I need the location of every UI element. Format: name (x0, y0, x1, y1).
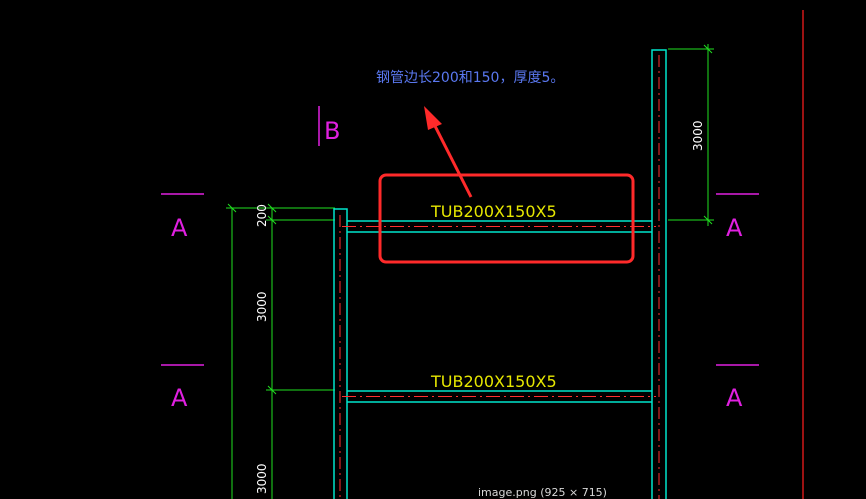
image-caption: image.png (925 × 715) (478, 486, 607, 499)
section-a-right-top: A (726, 214, 743, 242)
annotation-note: 钢管边长200和150，厚度5。 (376, 70, 564, 86)
arrow-icon (424, 106, 473, 198)
dim-left-small: 200 (255, 204, 269, 227)
section-a-right-bottom: A (726, 384, 743, 412)
dim-left-bottom: 3000 (255, 463, 269, 494)
middle-beam (342, 390, 656, 403)
beam-top-label: TUB200X150X5 (430, 202, 557, 221)
left-column (333, 208, 348, 499)
drawing-canvas: B A A A A 200 3000 3000 3000 TUB200X150X… (161, 10, 804, 499)
section-b-label: B (324, 117, 340, 145)
right-column (651, 49, 667, 499)
beam-mid-label: TUB200X150X5 (430, 372, 557, 391)
left-dimension-chain (226, 203, 335, 499)
dim-right-top: 3000 (691, 120, 705, 151)
section-a-left-top: A (171, 214, 188, 242)
dim-left-mid: 3000 (255, 291, 269, 322)
section-a-left-bottom: A (171, 384, 188, 412)
top-beam (342, 220, 656, 233)
